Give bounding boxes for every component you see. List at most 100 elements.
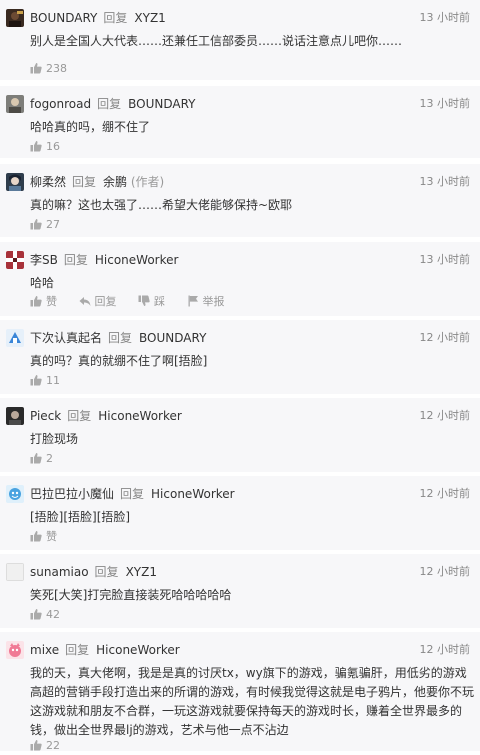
reply-label: 回复	[65, 643, 90, 657]
timestamp: 13 小时前	[419, 175, 471, 188]
username[interactable]: 柳柔然	[30, 175, 66, 189]
thumbs-up-icon	[30, 375, 42, 386]
avatar[interactable]	[6, 9, 24, 27]
username[interactable]: sunamiao	[30, 565, 89, 579]
comment-actions: 27	[30, 216, 78, 234]
like-button[interactable]: 赞	[30, 293, 57, 311]
author-tag: (作者)	[130, 175, 165, 189]
avatar[interactable]	[6, 485, 24, 503]
thumbs-down-icon	[138, 295, 150, 306]
avatar[interactable]	[6, 641, 24, 659]
comment-text: 真的吗？真的就绷不住了啊[捂脸]	[30, 354, 208, 368]
like-count: 22	[46, 739, 60, 752]
avatar[interactable]	[6, 563, 24, 581]
like-count: 42	[46, 608, 60, 621]
timestamp: 12 小时前	[419, 487, 471, 500]
like-button[interactable]: 22	[30, 737, 60, 755]
reply-label: 回复	[108, 331, 133, 345]
username[interactable]: fogonroad	[30, 97, 91, 111]
comment-header: 李SB 回复 HiconeWorker 13 小时前	[6, 250, 474, 270]
reply-to-username[interactable]: XYZ1	[134, 11, 165, 25]
timestamp: 12 小时前	[419, 409, 471, 422]
username[interactable]: BOUNDARY	[30, 11, 97, 25]
username[interactable]: 巴拉巴拉小魔仙	[30, 487, 114, 501]
timestamp: 13 小时前	[419, 97, 471, 110]
comment-text: 别人是全国人大代表……还兼任工信部委员……说话注意点儿吧你……	[30, 34, 403, 48]
username[interactable]: Pieck	[30, 409, 61, 423]
like-button[interactable]: 27	[30, 216, 60, 234]
reply-to-username[interactable]: HiconeWorker	[151, 487, 235, 501]
comment-actions: 11	[30, 372, 78, 390]
timestamp: 12 小时前	[419, 643, 471, 656]
like-count: 2	[46, 452, 53, 465]
like-button[interactable]: 2	[30, 450, 53, 468]
reply-label: 回复	[67, 409, 92, 423]
comment-text: 打脸现场	[30, 432, 79, 446]
avatar[interactable]	[6, 407, 24, 425]
thumbs-up-icon	[30, 609, 42, 620]
username[interactable]: 李SB	[30, 253, 58, 267]
like-label: 赞	[46, 530, 57, 543]
avatar[interactable]	[6, 251, 24, 269]
dislike-label: 踩	[154, 295, 165, 308]
thumbs-up-icon	[30, 453, 42, 464]
comment-text: 哈哈真的吗，绷不住了	[30, 120, 151, 134]
avatar[interactable]	[6, 95, 24, 113]
reply-label: 回复	[94, 565, 119, 579]
comment-header: mixe 回复 HiconeWorker 12 小时前	[6, 640, 474, 660]
flag-icon	[188, 295, 198, 307]
thumbs-up-icon	[30, 531, 42, 542]
comment-actions: 16	[30, 138, 78, 156]
comment-text: 笑死[大笑]打完脸直接装死哈哈哈哈哈	[30, 588, 232, 602]
comment-text: 我的天，真大佬啊，我是是真的讨厌tx，wy旗下的游戏，骗氪骗肝，用低劣的游戏高超…	[30, 666, 475, 737]
like-count: 27	[46, 218, 60, 231]
like-button[interactable]: 238	[30, 60, 67, 78]
username[interactable]: mixe	[30, 643, 59, 657]
reply-label: 回复	[63, 253, 88, 267]
reply-to-username[interactable]: HiconeWorker	[96, 643, 180, 657]
reply-to-username[interactable]: HiconeWorker	[95, 253, 179, 267]
like-label: 赞	[46, 295, 57, 308]
comment-header: BOUNDARY 回复 XYZ1 13 小时前	[6, 8, 474, 28]
reply-label: 回复	[94, 295, 117, 308]
username[interactable]: 下次认真起名	[30, 331, 102, 345]
like-count: 11	[46, 374, 60, 387]
comment-actions: 22	[30, 737, 78, 755]
dislike-button[interactable]: 踩	[138, 293, 165, 311]
comment-actions: 238	[30, 60, 85, 78]
comment-header: Pieck 回复 HiconeWorker 12 小时前	[6, 406, 474, 426]
report-button[interactable]: 举报	[187, 293, 225, 311]
thumbs-up-icon	[30, 740, 42, 751]
avatar[interactable]	[6, 173, 24, 191]
comment-actions: 赞	[30, 528, 75, 546]
like-count: 16	[46, 140, 60, 153]
like-button[interactable]: 16	[30, 138, 60, 156]
report-label: 举报	[202, 295, 225, 308]
like-button[interactable]: 赞	[30, 528, 57, 546]
reply-to-username[interactable]: BOUNDARY	[128, 97, 195, 111]
like-button[interactable]: 42	[30, 606, 60, 624]
reply-to-username[interactable]: 余鹏	[103, 175, 127, 189]
timestamp: 12 小时前	[419, 565, 471, 578]
reply-label: 回复	[103, 11, 128, 25]
comment-header: 柳柔然 回复 余鹏 (作者) 13 小时前	[6, 172, 474, 192]
comment-actions: 42	[30, 606, 78, 624]
comment-text: [捂脸][捂脸][捂脸]	[30, 510, 131, 524]
timestamp: 13 小时前	[419, 11, 471, 24]
reply-to-username[interactable]: BOUNDARY	[139, 331, 206, 345]
reply-label: 回复	[72, 175, 97, 189]
comment-header: 下次认真起名 回复 BOUNDARY 12 小时前	[6, 328, 474, 348]
avatar[interactable]	[6, 329, 24, 347]
thumbs-up-icon	[30, 141, 42, 152]
comment-text: 哈哈	[30, 276, 55, 290]
like-button[interactable]: 11	[30, 372, 60, 390]
reply-button[interactable]: 回复	[79, 293, 117, 311]
timestamp: 12 小时前	[419, 331, 471, 344]
comment-actions: 赞 回复 踩 举报	[30, 293, 243, 311]
thumbs-up-icon	[30, 63, 42, 74]
reply-label: 回复	[120, 487, 145, 501]
reply-to-username[interactable]: HiconeWorker	[98, 409, 182, 423]
timestamp: 13 小时前	[419, 253, 471, 266]
reply-to-username[interactable]: XYZ1	[126, 565, 157, 579]
reply-label: 回复	[97, 97, 122, 111]
